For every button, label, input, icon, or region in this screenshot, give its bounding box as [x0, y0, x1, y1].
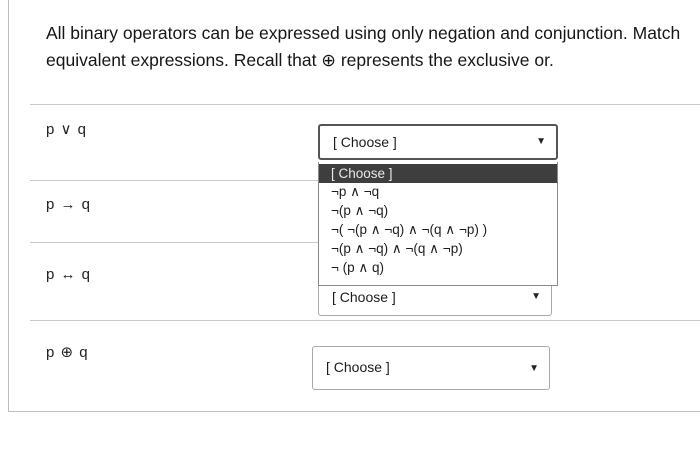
divider	[30, 242, 345, 243]
prompt-p-iff-q: p ↔ q	[46, 266, 92, 283]
answer-select-p-xor-q[interactable]: [ Choose ] ▼	[312, 346, 550, 390]
dropdown-option[interactable]: ¬(p ∧ ¬q)	[319, 201, 557, 220]
question-line-1: All binary operators can be expressed us…	[46, 23, 681, 43]
divider	[30, 104, 700, 105]
prompt-p-xor-q: p ⊕ q	[46, 344, 89, 361]
answer-select-p-or-q[interactable]: [ Choose ] ▼	[318, 124, 558, 160]
divider	[30, 320, 700, 321]
prompt-p-implies-q: p → q	[46, 196, 92, 213]
dropdown-option[interactable]: ¬( ¬(p ∧ ¬q) ∧ ¬(q ∧ ¬p) )	[319, 220, 557, 239]
dropdown-option[interactable]: ¬p ∧ ¬q	[319, 182, 557, 201]
question-line-2: equivalent expressions. Recall that ⊕ re…	[46, 50, 554, 70]
dropdown-option[interactable]: ¬(p ∧ ¬q) ∧ ¬(q ∧ ¬p)	[319, 239, 557, 258]
question-text: All binary operators can be expressed us…	[46, 20, 686, 74]
dropdown-option[interactable]: ¬ (p ∧ q)	[319, 258, 557, 277]
divider	[30, 180, 345, 181]
prompt-p-or-q: p ∨ q	[46, 121, 87, 138]
select-value: [ Choose ]	[333, 134, 397, 150]
caret-down-icon: ▼	[536, 136, 546, 147]
select-value: [ Choose ]	[326, 359, 390, 375]
dropdown-options-list: [ Choose ] ¬p ∧ ¬q ¬(p ∧ ¬q) ¬( ¬(p ∧ ¬q…	[318, 162, 558, 286]
dropdown-option[interactable]: [ Choose ]	[319, 164, 557, 183]
select-value: [ Choose ]	[332, 289, 396, 305]
caret-down-icon: ▼	[531, 291, 541, 302]
caret-down-icon: ▼	[529, 363, 539, 374]
